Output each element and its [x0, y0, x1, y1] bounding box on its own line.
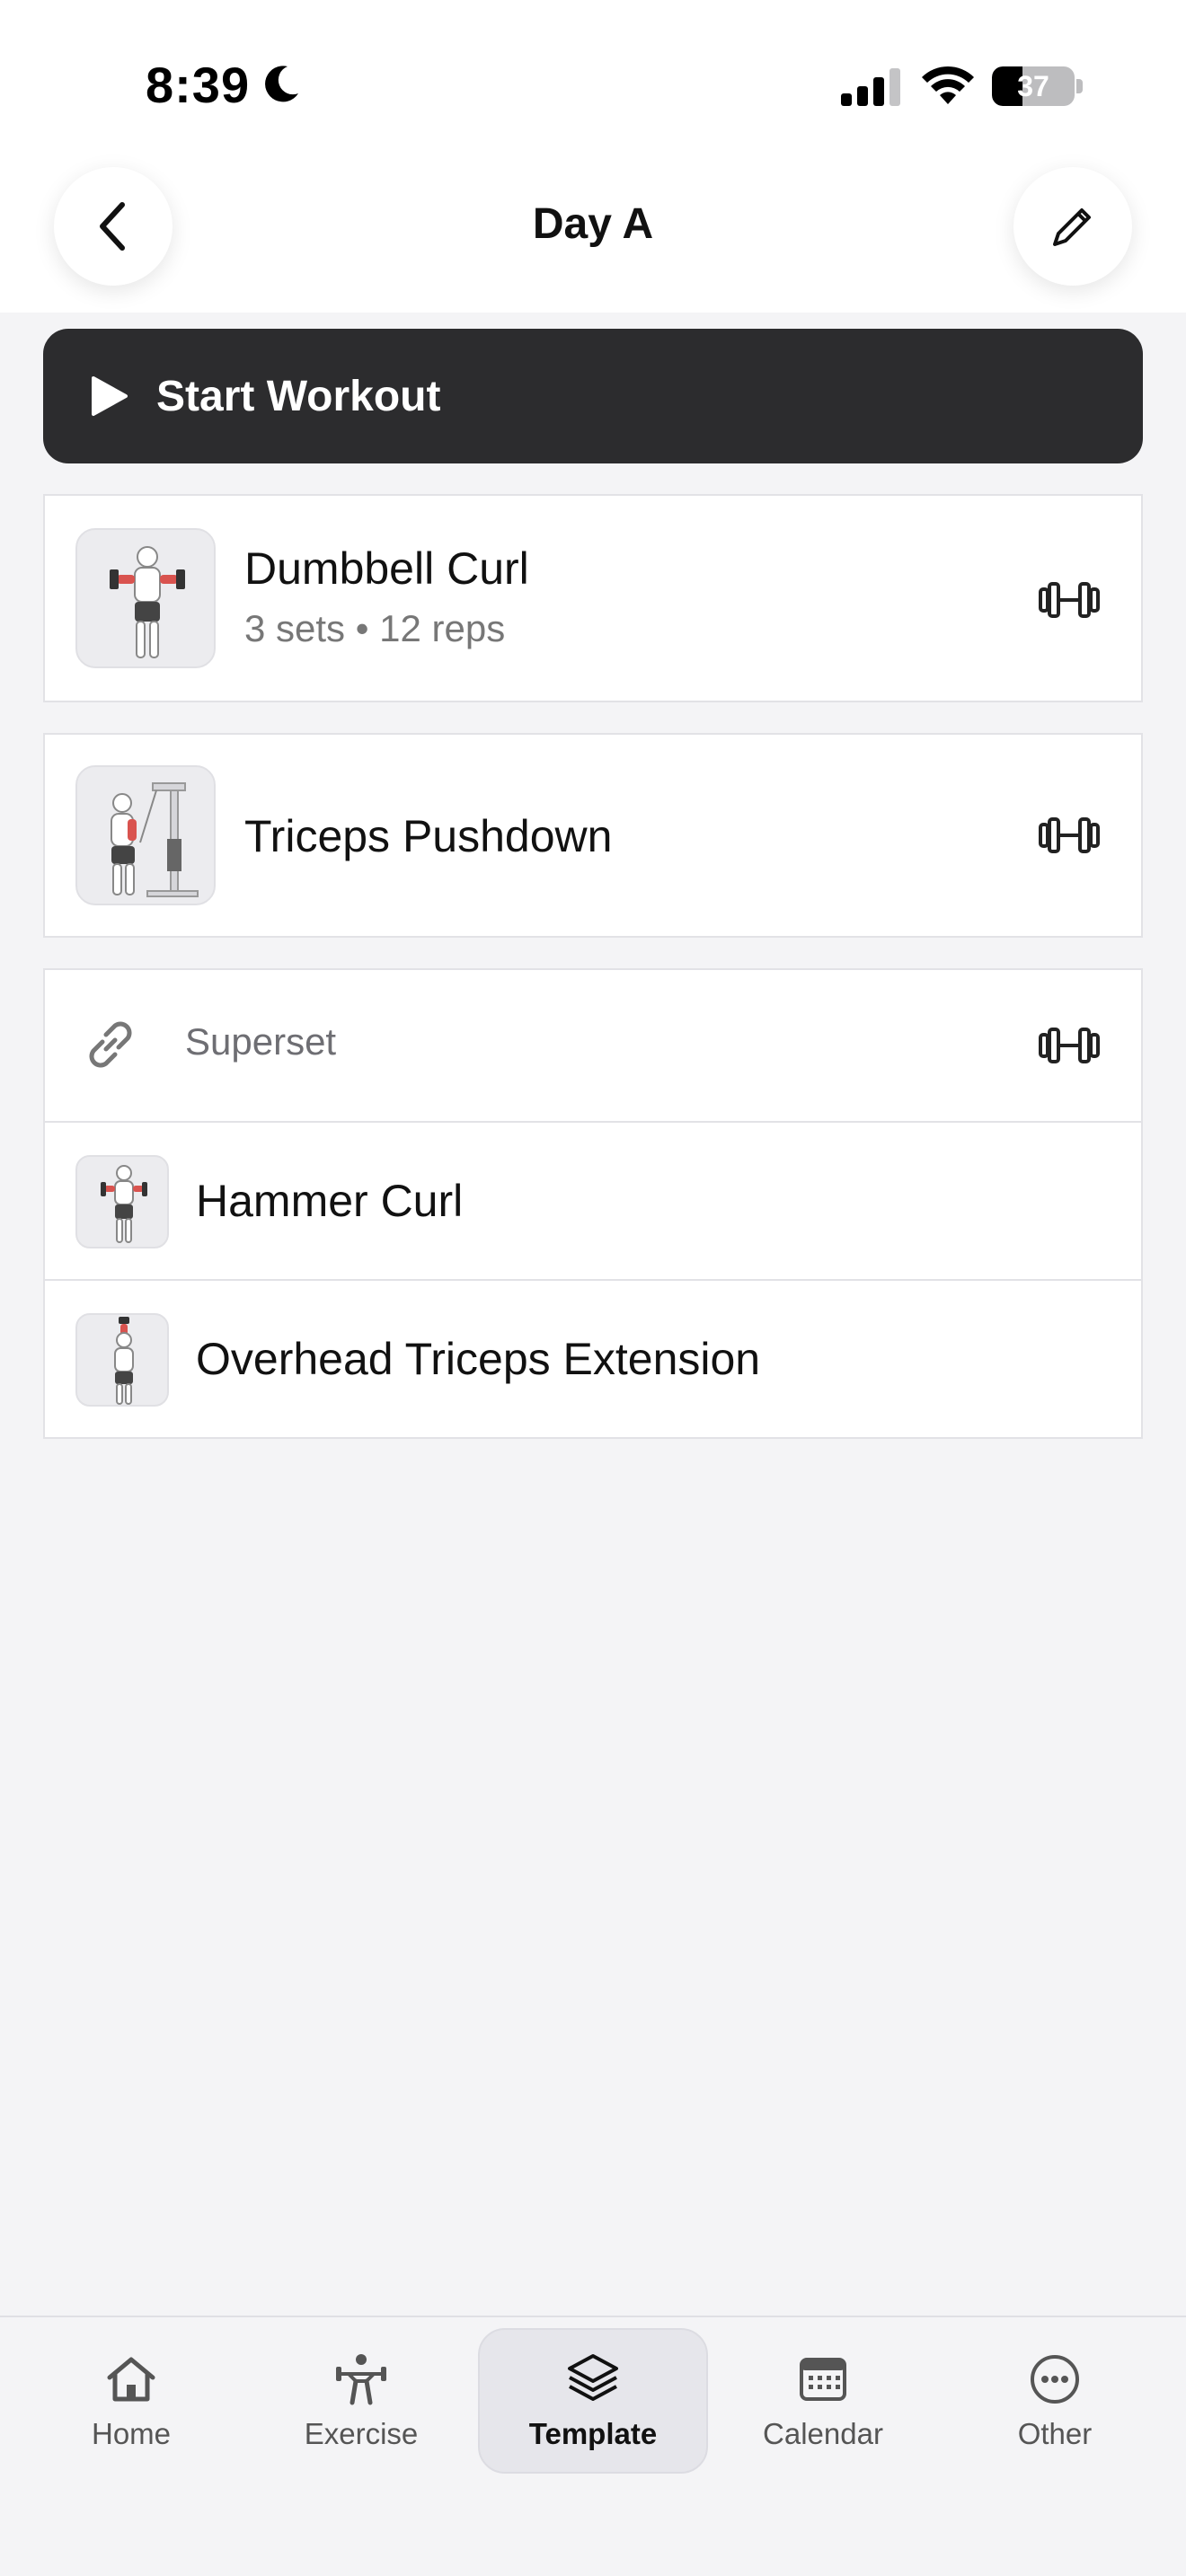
tab-label: Other	[1017, 2417, 1093, 2450]
dumbbell-curl-figure-icon	[110, 546, 185, 658]
exercise-sets-reps: 3 sets • 12 reps	[244, 607, 505, 650]
weightlifter-icon	[336, 2354, 386, 2405]
superset-card[interactable]: Superset Hammer Curl Overhead Triceps Ex…	[43, 968, 1143, 1439]
exercise-card-triceps-pushdown[interactable]: Triceps Pushdown	[43, 733, 1143, 938]
exercise-thumbnail	[75, 1313, 169, 1407]
battery-tip	[1076, 79, 1083, 93]
tab-home[interactable]: Home	[16, 2328, 246, 2474]
moon-icon	[265, 66, 298, 102]
tab-label: Exercise	[304, 2417, 419, 2450]
tab-template[interactable]: Template	[478, 2328, 708, 2474]
page-title: Day A	[532, 200, 654, 248]
triceps-pushdown-figure-icon	[111, 782, 199, 897]
tab-exercise[interactable]: Exercise	[246, 2328, 476, 2474]
header-area: 8:39 37 Day A	[0, 0, 1186, 313]
pencil-icon	[1053, 208, 1091, 246]
dumbbell-icon[interactable]	[1037, 1024, 1102, 1067]
exercise-thumbnail	[75, 528, 216, 668]
link-icon	[89, 1021, 132, 1068]
divider	[45, 1121, 1141, 1123]
home-icon	[107, 2357, 155, 2402]
overhead-triceps-figure-icon	[114, 1317, 134, 1405]
calendar-icon	[800, 2358, 846, 2401]
reps-count: 12 reps	[379, 607, 506, 649]
tab-calendar[interactable]: Calendar	[708, 2328, 938, 2474]
wifi-icon	[922, 66, 974, 104]
tab-label: Template	[528, 2417, 658, 2450]
battery-indicator: 37	[992, 66, 1075, 106]
sets-count: 3 sets	[244, 607, 346, 649]
cellular-signal-icon	[841, 68, 900, 106]
start-workout-label: Start Workout	[156, 372, 441, 420]
superset-exercise-name[interactable]: Overhead Triceps Extension	[196, 1333, 760, 1385]
exercise-card-dumbbell-curl[interactable]: Dumbbell Curl 3 sets • 12 reps	[43, 494, 1143, 702]
exercise-thumbnail	[75, 1155, 169, 1248]
play-icon	[92, 376, 128, 416]
layers-icon	[568, 2354, 618, 2401]
status-time: 8:39	[146, 57, 251, 113]
tab-bar: Home Exercise Template Calendar Other	[0, 2316, 1186, 2576]
exercise-name: Dumbbell Curl	[244, 543, 529, 594]
hammer-curl-figure-icon	[101, 1165, 147, 1243]
dumbbell-icon[interactable]	[1037, 814, 1102, 857]
exercise-thumbnail	[75, 765, 216, 905]
more-icon	[1031, 2355, 1079, 2404]
battery-percent: 37	[1017, 69, 1049, 102]
start-workout-button[interactable]: Start Workout	[43, 329, 1143, 463]
superset-label: Superset	[185, 1020, 337, 1063]
divider	[45, 1279, 1141, 1281]
superset-exercise-name[interactable]: Hammer Curl	[196, 1175, 463, 1227]
exercise-name: Triceps Pushdown	[244, 811, 613, 861]
dumbbell-icon[interactable]	[1037, 578, 1102, 622]
edit-button[interactable]	[1013, 167, 1132, 286]
tab-other[interactable]: Other	[940, 2328, 1170, 2474]
tab-label: Home	[91, 2417, 172, 2450]
sets-reps-separator: •	[355, 607, 369, 649]
tab-label: Calendar	[763, 2417, 883, 2450]
